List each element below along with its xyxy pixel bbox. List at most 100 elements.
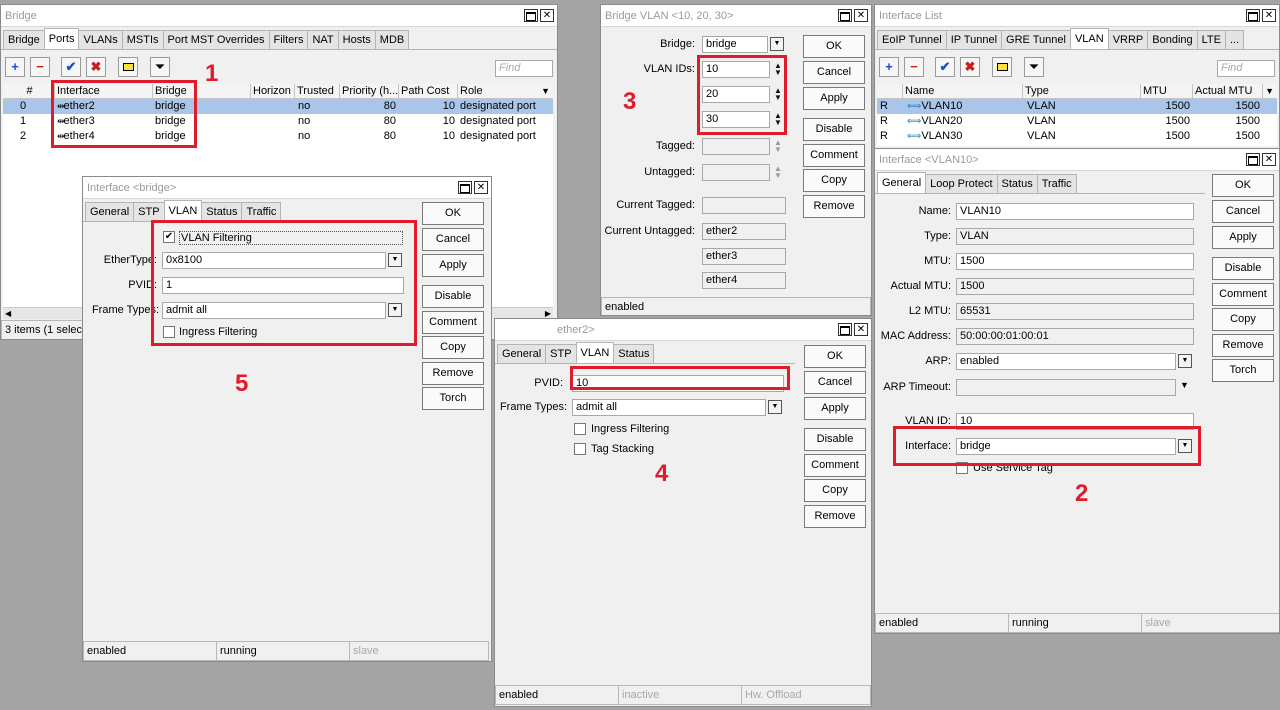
- col-num[interactable]: #: [3, 84, 55, 99]
- tab-eoip-tunnel[interactable]: EoIP Tunnel: [877, 30, 947, 49]
- tab-lte[interactable]: LTE: [1196, 30, 1226, 49]
- apply-button[interactable]: Apply: [804, 397, 866, 420]
- up-down-icon[interactable]: ▲ ▼: [773, 62, 783, 77]
- tab-ip-tunnel[interactable]: IP Tunnel: [945, 30, 1003, 49]
- interface-select[interactable]: bridge: [956, 438, 1176, 455]
- arp-select[interactable]: enabled: [956, 353, 1176, 370]
- col-bridge[interactable]: Bridge: [153, 84, 251, 99]
- chevron-down-icon[interactable]: ▼: [541, 84, 550, 99]
- tab-traffic[interactable]: Traffic: [241, 202, 282, 221]
- col-priority[interactable]: Priority (h...: [340, 84, 399, 99]
- add-button[interactable]: +: [879, 57, 899, 77]
- tab-bridge[interactable]: Bridge: [3, 30, 45, 49]
- ok-button[interactable]: OK: [1212, 174, 1274, 197]
- vlan-id-input-3[interactable]: 30: [702, 111, 770, 128]
- copy-button[interactable]: Copy: [422, 336, 484, 359]
- dropdown-icon[interactable]: ▼: [1178, 439, 1192, 453]
- maximize-icon[interactable]: [1246, 153, 1260, 166]
- tab-port-mst-overrides[interactable]: Port MST Overrides: [162, 30, 270, 49]
- pvid-input[interactable]: 1: [162, 277, 404, 294]
- maximize-icon[interactable]: [838, 9, 852, 22]
- cancel-button[interactable]: Cancel: [804, 371, 866, 394]
- tab-stp[interactable]: STP: [133, 202, 165, 221]
- disable-button[interactable]: ✖: [86, 57, 106, 77]
- close-icon[interactable]: ✕: [540, 9, 554, 22]
- tab-status[interactable]: Status: [613, 344, 655, 363]
- tab-general[interactable]: General: [497, 344, 547, 363]
- tab-traffic[interactable]: Traffic: [1036, 174, 1077, 193]
- filter-button[interactable]: ⏷: [150, 57, 170, 77]
- tab-mdb[interactable]: MDB: [374, 30, 410, 49]
- enable-button[interactable]: ✔: [935, 57, 955, 77]
- tab-nat[interactable]: NAT: [307, 30, 339, 49]
- vlan-id-input-1[interactable]: 10: [702, 61, 770, 78]
- maximize-icon[interactable]: [458, 181, 472, 194]
- table-row[interactable]: R ⟺VLAN20 VLAN 1500 1500: [877, 114, 1277, 129]
- apply-button[interactable]: Apply: [422, 254, 484, 277]
- disable-button[interactable]: Disable: [803, 118, 865, 141]
- col-type[interactable]: Type: [1023, 84, 1141, 99]
- comment-button[interactable]: Comment: [803, 144, 865, 167]
- close-icon[interactable]: ✕: [854, 9, 868, 22]
- ok-button[interactable]: OK: [804, 345, 866, 368]
- apply-button[interactable]: Apply: [1212, 226, 1274, 249]
- remove-button[interactable]: −: [904, 57, 924, 77]
- col-path-cost[interactable]: Path Cost: [399, 84, 458, 99]
- chevron-down-icon[interactable]: ▼: [1180, 380, 1189, 390]
- arp-timeout-input[interactable]: [956, 379, 1176, 396]
- disable-button[interactable]: ✖: [960, 57, 980, 77]
- tab-loop-protect[interactable]: Loop Protect: [925, 174, 998, 193]
- apply-button[interactable]: Apply: [803, 87, 865, 110]
- maximize-icon[interactable]: [524, 9, 538, 22]
- filter-button[interactable]: ⏷: [1024, 57, 1044, 77]
- table-row[interactable]: R ⟺VLAN10 VLAN 1500 1500: [877, 99, 1277, 114]
- chevron-down-icon[interactable]: ▼: [1265, 84, 1274, 99]
- comment-button[interactable]: [992, 57, 1012, 77]
- remove-button[interactable]: Remove: [422, 362, 484, 385]
- vlan-id-input[interactable]: 10: [956, 413, 1194, 430]
- vlan-filtering-checkbox[interactable]: ✔: [163, 231, 175, 243]
- comment-button[interactable]: Comment: [1212, 283, 1274, 306]
- table-row[interactable]: 0 ⇹ether2 bridge no 80 10 designated por…: [3, 99, 553, 114]
- untagged-input[interactable]: [702, 164, 770, 181]
- col-trusted[interactable]: Trusted: [295, 84, 340, 99]
- dropdown-icon[interactable]: ▼: [388, 303, 402, 317]
- tab-vlan[interactable]: VLAN: [575, 342, 615, 363]
- vlan-id-input-2[interactable]: 20: [702, 86, 770, 103]
- tab-vlan[interactable]: VLAN: [163, 200, 203, 221]
- table-row[interactable]: 1 ⇹ether3 bridge no 80 10 designated por…: [3, 114, 553, 129]
- cancel-button[interactable]: Cancel: [422, 228, 484, 251]
- torch-button[interactable]: Torch: [422, 387, 484, 410]
- ok-button[interactable]: OK: [422, 202, 484, 225]
- find-input[interactable]: Find: [1217, 60, 1275, 77]
- arrow-left-icon[interactable]: ◀: [5, 308, 11, 320]
- table-row[interactable]: 2 ⇹ether4 bridge no 80 10 designated por…: [3, 129, 553, 144]
- disable-button[interactable]: Disable: [804, 428, 866, 451]
- remove-button[interactable]: −: [30, 57, 50, 77]
- up-down-icon[interactable]: ▲ ▼: [773, 112, 783, 127]
- up-down-icon[interactable]: ▲ ▼: [773, 165, 783, 180]
- tab-status[interactable]: Status: [201, 202, 243, 221]
- frame-types-select[interactable]: admit all: [572, 399, 766, 416]
- tab-hosts[interactable]: Hosts: [337, 30, 376, 49]
- remove-button[interactable]: Remove: [803, 195, 865, 218]
- table-row[interactable]: R ⟺VLAN30 VLAN 1500 1500: [877, 129, 1277, 144]
- col-horizon[interactable]: Horizon: [251, 84, 295, 99]
- col-name[interactable]: Name: [903, 84, 1023, 99]
- mtu-input[interactable]: 1500: [956, 253, 1194, 270]
- maximize-icon[interactable]: [1246, 9, 1260, 22]
- tab-gre-tunnel[interactable]: GRE Tunnel: [1001, 30, 1071, 49]
- cancel-button[interactable]: Cancel: [803, 61, 865, 84]
- remove-button[interactable]: Remove: [804, 505, 866, 528]
- enable-button[interactable]: ✔: [61, 57, 81, 77]
- maximize-icon[interactable]: [838, 323, 852, 336]
- disable-button[interactable]: Disable: [1212, 257, 1274, 280]
- tab-general[interactable]: General: [85, 202, 135, 221]
- dropdown-icon[interactable]: ▼: [1178, 354, 1192, 368]
- close-icon[interactable]: ✕: [1262, 153, 1276, 166]
- dropdown-icon[interactable]: ▼: [770, 37, 784, 51]
- name-input[interactable]: VLAN10: [956, 203, 1194, 220]
- add-button[interactable]: +: [5, 57, 25, 77]
- comment-button[interactable]: Comment: [804, 454, 866, 477]
- close-icon[interactable]: ✕: [854, 323, 868, 336]
